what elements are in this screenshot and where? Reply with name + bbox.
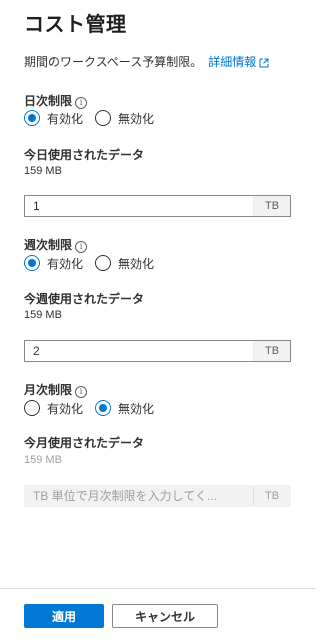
monthly-limit-unit: TB — [253, 486, 290, 506]
daily-limit-label: 日次制限 i — [24, 92, 88, 109]
apply-button[interactable]: 適用 — [24, 604, 104, 628]
radio-checked-icon — [24, 110, 40, 126]
weekly-disable-radio[interactable]: 無効化 — [95, 255, 154, 272]
monthly-enable-radio[interactable]: 有効化 — [24, 400, 83, 417]
monthly-limit-input — [25, 486, 253, 506]
radio-checked-icon — [24, 255, 40, 271]
weekly-limit-field: TB — [24, 340, 291, 362]
daily-enable-radio[interactable]: 有効化 — [24, 110, 83, 127]
daily-usage-value: 159 MB — [24, 165, 62, 177]
weekly-usage-label: 今週使用されたデータ — [24, 292, 145, 306]
weekly-limit-input[interactable] — [25, 341, 253, 361]
radio-unchecked-icon — [95, 110, 112, 126]
cancel-button[interactable]: キャンセル — [112, 604, 218, 628]
monthly-limit-field: TB — [24, 485, 291, 507]
weekly-usage-value: 159 MB — [24, 309, 62, 321]
weekly-limit-label: 週次制限 i — [24, 236, 88, 253]
monthly-limit-label: 月次制限 i — [24, 381, 88, 398]
monthly-disable-radio[interactable]: 無効化 — [95, 400, 154, 417]
weekly-limit-unit: TB — [253, 341, 290, 361]
radio-label: 無効化 — [118, 111, 155, 126]
info-icon[interactable]: i — [75, 386, 88, 398]
description-text: 期間のワークスペース予算制限。 — [24, 55, 203, 69]
daily-limit-text: 日次制限 — [24, 94, 73, 108]
radio-label: 有効化 — [47, 256, 84, 271]
monthly-limit-text: 月次制限 — [24, 383, 73, 397]
description: 期間のワークスペース予算制限。 詳細情報 — [24, 53, 269, 70]
daily-limit-radio-group: 有効化 無効化 — [24, 108, 166, 128]
monthly-usage-value: 159 MB — [24, 454, 62, 466]
monthly-limit-radio-group: 有効化 無効化 — [24, 398, 166, 418]
weekly-enable-radio[interactable]: 有効化 — [24, 255, 83, 272]
external-link-icon — [259, 58, 269, 68]
radio-label: 有効化 — [47, 401, 84, 416]
radio-label: 無効化 — [118, 256, 155, 271]
info-icon[interactable]: i — [75, 241, 88, 253]
radio-checked-icon — [95, 400, 112, 416]
weekly-limit-text: 週次制限 — [24, 238, 73, 252]
monthly-usage-label: 今月使用されたデータ — [24, 436, 145, 450]
daily-limit-unit: TB — [253, 196, 290, 216]
daily-limit-input[interactable] — [25, 196, 253, 216]
daily-disable-radio[interactable]: 無効化 — [95, 110, 154, 127]
footer-bar: 適用 キャンセル — [0, 588, 316, 643]
daily-limit-field: TB — [24, 195, 291, 217]
learn-more-label: 詳細情報 — [208, 55, 257, 69]
learn-more-link[interactable]: 詳細情報 — [208, 55, 269, 69]
radio-label: 有効化 — [47, 111, 84, 126]
radio-unchecked-icon — [24, 400, 40, 416]
weekly-limit-radio-group: 有効化 無効化 — [24, 253, 166, 273]
daily-usage-label: 今日使用されたデータ — [24, 148, 145, 162]
radio-unchecked-icon — [95, 255, 112, 271]
page-title: コスト管理 — [24, 14, 127, 36]
radio-label: 無効化 — [118, 401, 155, 416]
